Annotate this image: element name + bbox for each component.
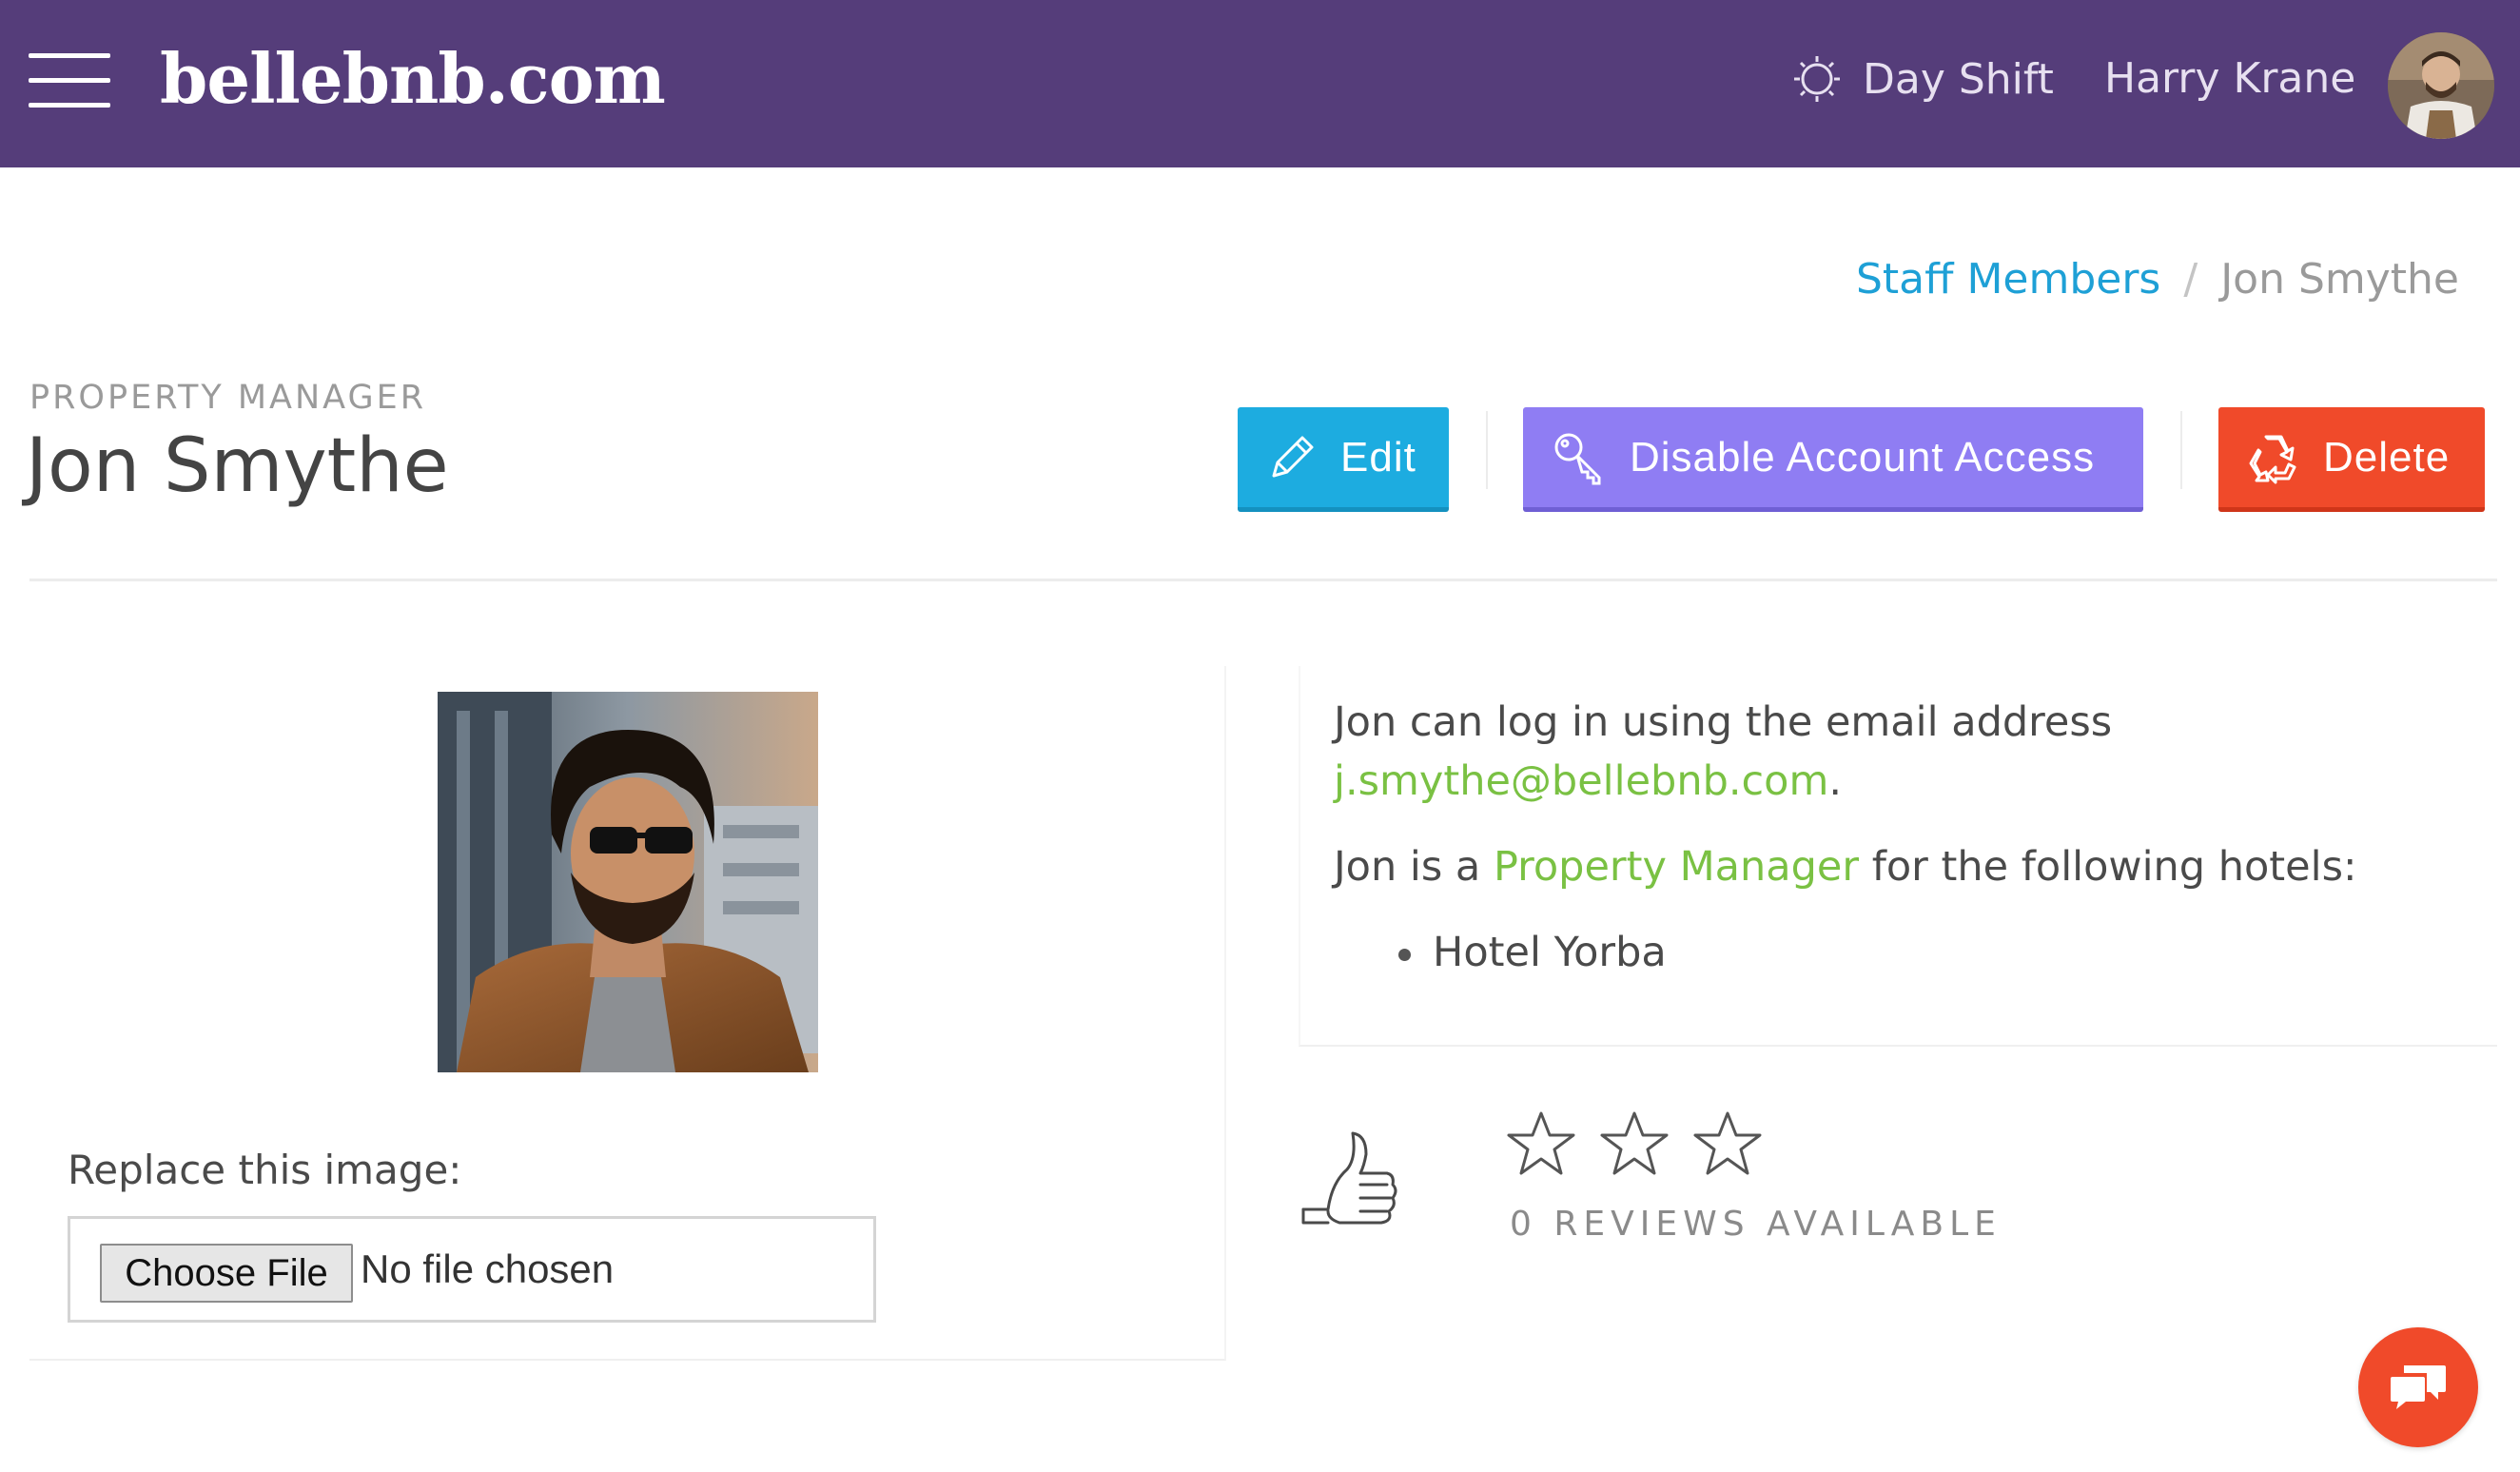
action-divider bbox=[1486, 411, 1488, 489]
breadcrumb-current: Jon Smythe bbox=[2220, 255, 2459, 304]
role-suffix: for the following hotels: bbox=[1871, 843, 2357, 891]
recycle-icon bbox=[2249, 435, 2296, 483]
star-icon[interactable] bbox=[1507, 1109, 1575, 1178]
breadcrumb-staff-members[interactable]: Staff Members bbox=[1856, 255, 2160, 304]
login-info: Jon can log in using the email address j… bbox=[1334, 693, 2475, 811]
header-divider bbox=[29, 579, 2497, 581]
delete-button-label: Delete bbox=[2323, 433, 2451, 481]
shift-label: Day Shift bbox=[1863, 54, 2054, 104]
replace-image-label: Replace this image: bbox=[68, 1147, 462, 1193]
key-icon bbox=[1554, 433, 1601, 484]
menu-icon[interactable] bbox=[29, 49, 110, 110]
reviews-count: 0 REVIEWS AVAILABLE bbox=[1510, 1205, 2002, 1244]
top-navigation-bar: bellebnb.com Day Shift Harry Krane bbox=[0, 0, 2520, 167]
file-status-text: No file chosen bbox=[361, 1246, 615, 1291]
staff-role-label: PROPERTY MANAGER bbox=[29, 379, 427, 417]
login-prefix: Jon can log in using the email address bbox=[1334, 698, 2113, 746]
account-info: Jon can log in using the email address j… bbox=[1334, 693, 2475, 982]
brand-logo[interactable]: bellebnb.com bbox=[160, 38, 666, 119]
edit-button-label: Edit bbox=[1340, 433, 1416, 481]
page-title: Jon Smythe bbox=[26, 423, 449, 509]
role-info: Jon is a Property Manager for the follow… bbox=[1334, 837, 2475, 896]
star-icon[interactable] bbox=[1600, 1109, 1669, 1178]
sun-icon bbox=[1794, 56, 1840, 102]
email-link[interactable]: j.smythe@bellebnb.com bbox=[1334, 757, 1828, 805]
user-name[interactable]: Harry Krane bbox=[2104, 48, 2355, 110]
profile-photo bbox=[438, 692, 818, 1072]
chat-button[interactable] bbox=[2358, 1327, 2478, 1447]
role-link[interactable]: Property Manager bbox=[1494, 843, 1859, 891]
disable-button-label: Disable Account Access bbox=[1630, 433, 2096, 481]
list-item: Hotel Yorba bbox=[1398, 923, 2475, 982]
chat-icon bbox=[2391, 1365, 2446, 1409]
star-icon[interactable] bbox=[1693, 1109, 1762, 1178]
delete-button[interactable]: Delete bbox=[2218, 407, 2485, 512]
rating-stars bbox=[1507, 1109, 1787, 1178]
disable-account-access-button[interactable]: Disable Account Access bbox=[1523, 407, 2143, 512]
pencil-icon bbox=[1272, 436, 1314, 477]
choose-file-button[interactable]: Choose File bbox=[100, 1244, 353, 1303]
shift-toggle[interactable]: Day Shift bbox=[1792, 48, 2054, 110]
action-divider bbox=[2180, 411, 2182, 489]
edit-button[interactable]: Edit bbox=[1238, 407, 1449, 512]
role-prefix: Jon is a bbox=[1334, 843, 1481, 891]
email-suffix: . bbox=[1828, 757, 1843, 805]
hotel-list: Hotel Yorba bbox=[1398, 923, 2475, 982]
thumbs-up-icon bbox=[1299, 1128, 1398, 1236]
file-upload-input[interactable]: Choose File No file chosen bbox=[68, 1216, 876, 1323]
breadcrumb: Staff Members / Jon Smythe bbox=[1856, 255, 2459, 304]
breadcrumb-separator: / bbox=[2183, 255, 2198, 304]
avatar[interactable] bbox=[2388, 32, 2494, 139]
